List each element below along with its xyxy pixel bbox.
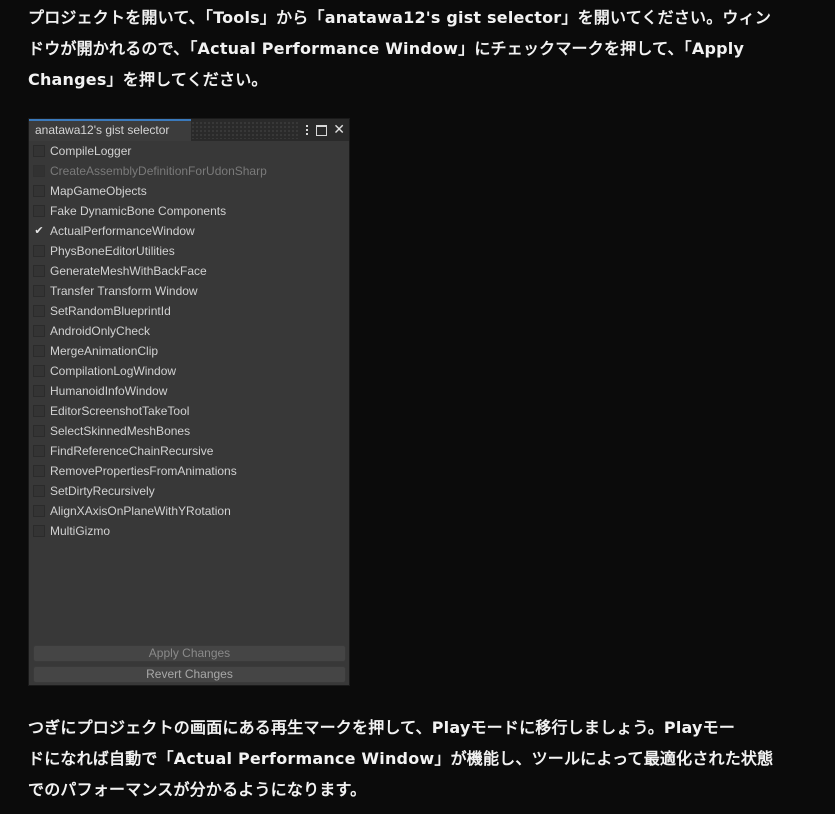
gist-item-label: Transfer Transform Window — [50, 284, 198, 298]
gist-item-label: GenerateMeshWithBackFace — [50, 264, 207, 278]
intro-line: プロジェクトを開いて、「Tools」から「anatawa12's gist se… — [28, 8, 772, 27]
gist-selector-window: anatawa12's gist selector ✕ CompileLogge… — [28, 118, 350, 686]
gist-item[interactable]: MergeAnimationClip — [29, 341, 349, 361]
gist-item-label: PhysBoneEditorUtilities — [50, 244, 175, 258]
gist-item-label: CreateAssemblyDefinitionForUdonSharp — [50, 164, 267, 178]
gist-item[interactable]: Transfer Transform Window — [29, 281, 349, 301]
checkbox[interactable] — [33, 445, 45, 457]
gist-item[interactable]: HumanoidInfoWindow — [29, 381, 349, 401]
gist-list: CompileLogger CreateAssemblyDefinitionFor… — [29, 141, 349, 541]
checkbox[interactable] — [33, 345, 45, 357]
gist-item-label: FindReferenceChainRecursive — [50, 444, 214, 458]
gist-item-label: ActualPerformanceWindow — [50, 224, 195, 238]
gist-item-label: SetRandomBlueprintId — [50, 304, 171, 318]
gist-item-label: Fake DynamicBone Components — [50, 204, 227, 218]
gist-item[interactable]: SetRandomBlueprintId — [29, 301, 349, 321]
checkbox[interactable] — [33, 265, 45, 277]
gist-item[interactable]: EditorScreenshotTakeTool — [29, 401, 349, 421]
checkbox[interactable] — [33, 405, 45, 417]
gist-item[interactable]: CompilationLogWindow — [29, 361, 349, 381]
checkbox[interactable] — [33, 485, 45, 497]
checkbox[interactable] — [33, 285, 45, 297]
gist-item[interactable]: AlignXAxisOnPlaneWithYRotation — [29, 501, 349, 521]
maximize-icon[interactable] — [316, 124, 328, 136]
window-tab[interactable]: anatawa12's gist selector — [29, 119, 191, 141]
checkbox[interactable] — [33, 425, 45, 437]
gist-item[interactable]: RemovePropertiesFromAnimations — [29, 461, 349, 481]
gist-item[interactable]: MultiGizmo — [29, 521, 349, 541]
gist-item[interactable]: CompileLogger — [29, 141, 349, 161]
checkbox[interactable] — [33, 185, 45, 197]
gist-item-label: SetDirtyRecursively — [50, 484, 155, 498]
close-icon[interactable]: ✕ — [333, 123, 345, 137]
gist-item[interactable]: FindReferenceChainRecursive — [29, 441, 349, 461]
intro-paragraph: プロジェクトを開いて、「Tools」から「anatawa12's gist se… — [28, 2, 788, 95]
revert-changes-button[interactable]: Revert Changes — [33, 666, 346, 683]
window-tab-bar: anatawa12's gist selector ✕ — [29, 119, 349, 141]
checkbox — [33, 165, 45, 177]
intro-line: Changes」を押してください。 — [28, 70, 268, 89]
gist-item-label: MultiGizmo — [50, 524, 111, 538]
gist-item[interactable]: Fake DynamicBone Components — [29, 201, 349, 221]
gist-item-label: CompilationLogWindow — [50, 364, 177, 378]
gist-item[interactable]: AndroidOnlyCheck — [29, 321, 349, 341]
gist-item-label: CompileLogger — [50, 144, 132, 158]
gist-item-label: SelectSkinnedMeshBones — [50, 424, 191, 438]
gist-item-label: MapGameObjects — [50, 184, 147, 198]
checkbox[interactable] — [33, 245, 45, 257]
gist-item[interactable]: SetDirtyRecursively — [29, 481, 349, 501]
window-controls: ✕ — [301, 122, 345, 138]
outro-line: でのパフォーマンスが分かるようになります。 — [28, 780, 367, 799]
gist-item-label: AlignXAxisOnPlaneWithYRotation — [50, 504, 231, 518]
checkbox[interactable] — [33, 505, 45, 517]
checkmark-icon[interactable]: ✔ — [33, 225, 45, 237]
gist-item-label: HumanoidInfoWindow — [50, 384, 168, 398]
gist-item-label: MergeAnimationClip — [50, 344, 159, 358]
outro-line: つぎにプロジェクトの画面にある再生マークを押して、Playモードに移行しましょう… — [28, 718, 736, 737]
gist-item[interactable]: ✔ ActualPerformanceWindow — [29, 221, 349, 241]
apply-changes-button[interactable]: Apply Changes — [33, 645, 346, 662]
gist-item[interactable]: SelectSkinnedMeshBones — [29, 421, 349, 441]
gist-item[interactable]: GenerateMeshWithBackFace — [29, 261, 349, 281]
checkbox[interactable] — [33, 325, 45, 337]
intro-line: ドウが開かれるので、「Actual Performance Window」にチェ… — [28, 39, 745, 58]
gist-item-label: AndroidOnlyCheck — [50, 324, 151, 338]
outro-paragraph: つぎにプロジェクトの画面にある再生マークを押して、Playモードに移行しましょう… — [28, 712, 788, 805]
checkbox[interactable] — [33, 365, 45, 377]
gist-item-label: RemovePropertiesFromAnimations — [50, 464, 237, 478]
checkbox[interactable] — [33, 145, 45, 157]
gist-item-label: EditorScreenshotTakeTool — [50, 404, 190, 418]
gist-item: CreateAssemblyDefinitionForUdonSharp — [29, 161, 349, 181]
tab-bar-background — [191, 121, 299, 139]
checkbox[interactable] — [33, 205, 45, 217]
checkbox[interactable] — [33, 465, 45, 477]
checkbox[interactable] — [33, 305, 45, 317]
gist-item[interactable]: PhysBoneEditorUtilities — [29, 241, 349, 261]
checkbox[interactable] — [33, 385, 45, 397]
checkbox[interactable] — [33, 525, 45, 537]
gist-item[interactable]: MapGameObjects — [29, 181, 349, 201]
outro-line: ドになれば自動で「Actual Performance Window」が機能し、… — [28, 749, 774, 768]
kebab-menu-icon[interactable] — [301, 122, 313, 138]
